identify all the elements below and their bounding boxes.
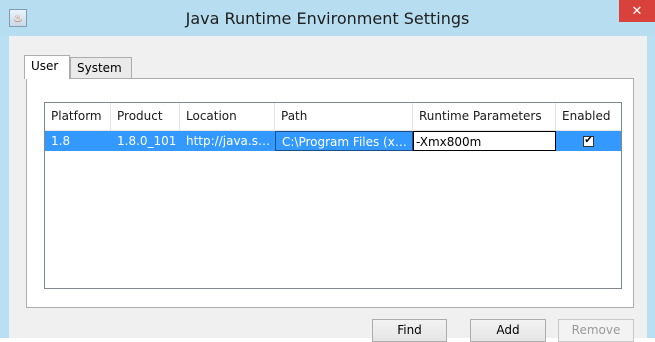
window-title: Java Runtime Environment Settings	[185, 9, 470, 28]
column-header-platform[interactable]: Platform	[45, 103, 111, 130]
column-header-runtime-parameters[interactable]: Runtime Parameters	[413, 103, 556, 130]
title-bar: ♨ Java Runtime Environment Settings ✕	[0, 0, 655, 36]
column-header-enabled[interactable]: Enabled	[556, 103, 621, 130]
tab-user[interactable]: User	[24, 55, 70, 79]
find-button[interactable]: Find	[372, 319, 447, 342]
column-header-location[interactable]: Location	[180, 103, 275, 130]
cell-location[interactable]: http://java.s…	[180, 131, 275, 151]
enabled-checkbox[interactable]: ✔	[583, 135, 594, 147]
tab-system[interactable]: System	[70, 57, 132, 79]
remove-button[interactable]: Remove	[558, 319, 634, 342]
cell-enabled[interactable]: ✔	[556, 131, 621, 151]
table-row[interactable]: 1.8 1.8.0_101 http://java.s… C:\Program …	[45, 131, 621, 151]
cell-path[interactable]: C:\Program Files (x8…	[275, 131, 413, 151]
runtime-parameters-input[interactable]: -Xmx800m	[413, 131, 556, 151]
jre-table[interactable]: Platform Product Location Path Runtime P…	[44, 102, 622, 289]
jre-settings-window: ♨ Java Runtime Environment Settings ✕ Us…	[0, 0, 655, 342]
table-header: Platform Product Location Path Runtime P…	[45, 103, 621, 131]
dialog-body: User System Platform Product Location Pa…	[9, 36, 647, 342]
checkmark-icon: ✔	[584, 135, 593, 146]
tab-panel: Platform Product Location Path Runtime P…	[26, 78, 634, 308]
add-button[interactable]: Add	[470, 319, 546, 342]
close-button[interactable]: ✕	[619, 0, 655, 22]
cell-product[interactable]: 1.8.0_101	[111, 131, 180, 151]
cell-platform[interactable]: 1.8	[45, 131, 111, 151]
column-header-path[interactable]: Path	[275, 103, 413, 130]
column-header-product[interactable]: Product	[111, 103, 180, 130]
close-icon: ✕	[631, 3, 643, 19]
